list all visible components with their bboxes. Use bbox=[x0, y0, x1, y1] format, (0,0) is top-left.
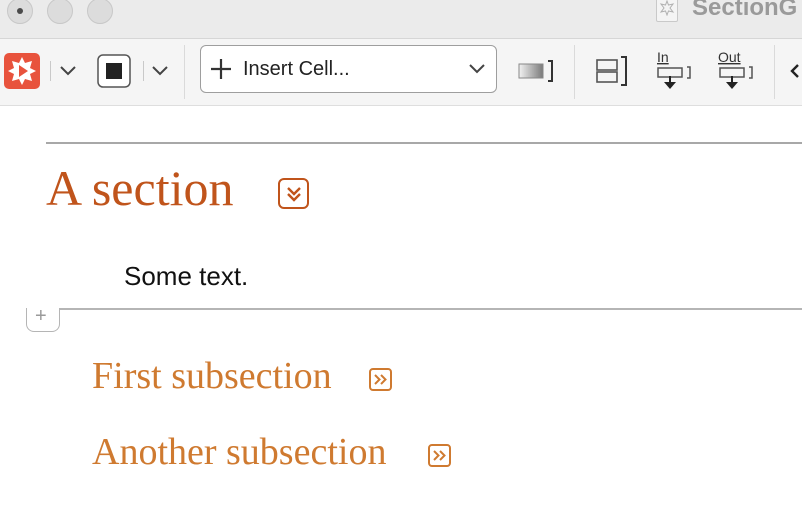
insert-cell-label: Insert Cell... bbox=[243, 58, 350, 80]
subsection-heading[interactable]: First subsection bbox=[92, 354, 332, 398]
plus-icon bbox=[209, 57, 233, 86]
section-divider bbox=[46, 142, 802, 144]
input-cell-icon: In bbox=[657, 49, 691, 89]
zoom-window-button[interactable] bbox=[87, 0, 113, 24]
toolbar-overflow-button[interactable] bbox=[788, 61, 802, 81]
toolbar: Insert Cell... In Out bbox=[0, 39, 802, 106]
plus-icon: + bbox=[35, 305, 47, 327]
double-chevron-down-icon bbox=[286, 186, 301, 202]
abort-button[interactable] bbox=[97, 54, 131, 88]
cell-insertion-line bbox=[60, 308, 802, 310]
insert-cell-dropdown[interactable]: Insert Cell... bbox=[200, 45, 497, 93]
abort-menu-chevron[interactable] bbox=[148, 59, 172, 83]
section-heading[interactable]: A section bbox=[46, 158, 233, 218]
arrow-left-icon bbox=[790, 64, 799, 78]
title-bar: SectionG bbox=[0, 0, 802, 39]
chevron-down-icon bbox=[60, 66, 76, 76]
out-label: Out bbox=[718, 49, 741, 65]
notebook-document-icon bbox=[656, 0, 678, 22]
output-cell-icon: Out bbox=[718, 49, 753, 89]
add-cell-button[interactable]: + bbox=[26, 305, 60, 332]
subsection-expand-button[interactable] bbox=[369, 368, 392, 391]
chevron-down-icon bbox=[468, 62, 486, 80]
double-chevron-right-icon bbox=[433, 450, 446, 461]
cell-style-icon bbox=[518, 60, 553, 82]
group-cells-button[interactable] bbox=[594, 53, 630, 89]
chevron-down-icon bbox=[152, 66, 168, 76]
window-title: SectionG bbox=[692, 0, 798, 21]
close-window-button[interactable] bbox=[7, 0, 33, 24]
evaluate-menu-chevron[interactable] bbox=[56, 59, 80, 83]
text-cell[interactable]: Some text. bbox=[124, 261, 248, 292]
minimize-window-button[interactable] bbox=[47, 0, 73, 24]
subsection-expand-button[interactable] bbox=[428, 444, 451, 467]
cell-bracket-icon bbox=[596, 56, 627, 86]
double-chevron-right-icon bbox=[374, 374, 387, 385]
insert-output-button[interactable]: Out bbox=[716, 47, 758, 97]
evaluate-icon bbox=[4, 53, 40, 89]
cell-style-button[interactable] bbox=[516, 55, 556, 87]
in-label: In bbox=[657, 49, 669, 65]
stop-icon bbox=[97, 54, 131, 88]
insert-input-button[interactable]: In bbox=[654, 47, 694, 97]
section-collapse-button[interactable] bbox=[278, 178, 309, 209]
evaluate-button[interactable] bbox=[4, 53, 40, 89]
subsection-heading[interactable]: Another subsection bbox=[92, 430, 386, 474]
